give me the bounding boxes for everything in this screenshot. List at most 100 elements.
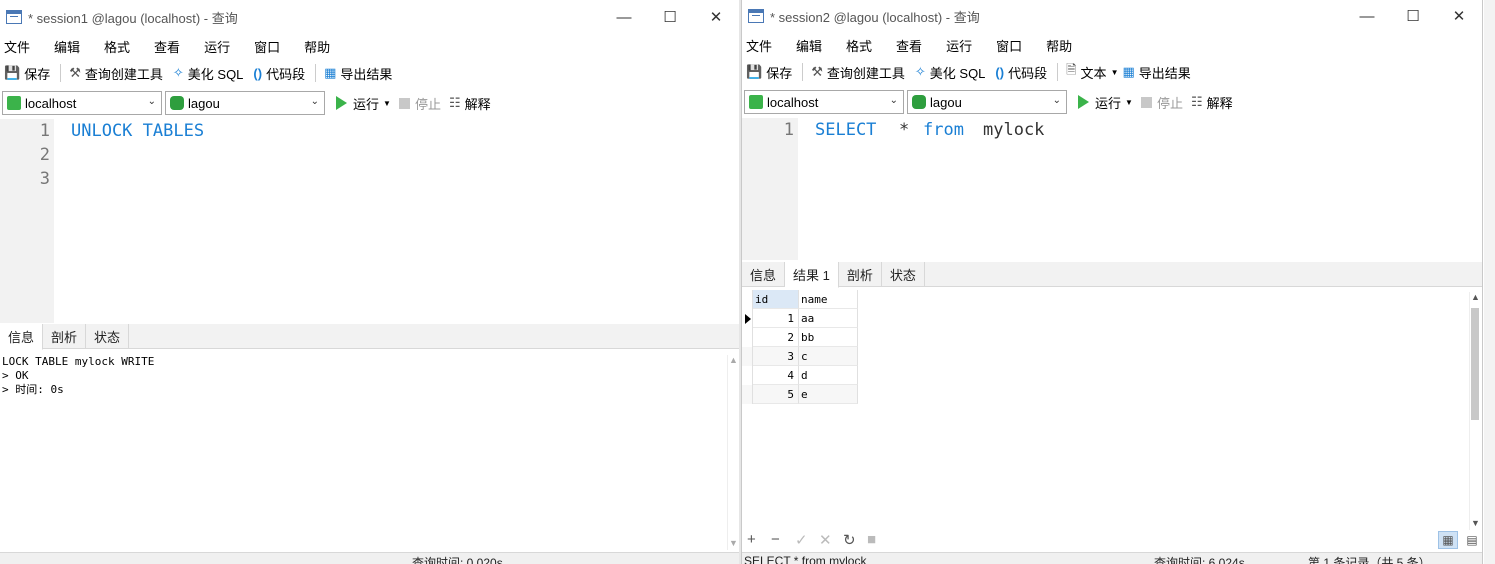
database-select[interactable]: lagou ⌄ <box>907 90 1067 114</box>
run-button[interactable]: 运行 ▼ <box>1078 93 1133 112</box>
menu-edit[interactable]: 编辑 <box>54 37 80 56</box>
close-button[interactable]: ✕ <box>693 0 739 34</box>
toolbar: 💾 保存 ⚒ 查询创建工具 ✧ 美化 SQL () 代码段 ▦ 导出结果 <box>0 60 739 86</box>
tab-profile[interactable]: 剖析 <box>43 324 87 348</box>
menu-view[interactable]: 查看 <box>896 36 922 55</box>
menu-format[interactable]: 格式 <box>846 36 872 55</box>
tab-status[interactable]: 状态 <box>86 324 130 348</box>
cell-id[interactable]: 5 <box>753 385 799 404</box>
connection-icon <box>7 96 21 110</box>
snippet-button[interactable]: () 代码段 <box>995 63 1047 82</box>
tab-profile[interactable]: 剖析 <box>839 262 882 286</box>
table-row[interactable]: 1 aa <box>742 309 858 328</box>
run-button[interactable]: 运行 ▼ <box>336 94 391 113</box>
cell-id[interactable]: 2 <box>753 328 799 347</box>
menu-run[interactable]: 运行 <box>204 37 230 56</box>
menu-window[interactable]: 窗口 <box>254 37 280 56</box>
cell-name[interactable]: d <box>799 366 858 385</box>
table-row[interactable]: 3 c <box>742 347 858 366</box>
database-select[interactable]: lagou ⌄ <box>165 91 325 115</box>
menu-view[interactable]: 查看 <box>154 37 180 56</box>
save-button[interactable]: 💾 保存 <box>746 63 792 82</box>
sql-editor[interactable]: 1 2 3 UNLOCK TABLES <box>0 119 739 323</box>
query-builder-button[interactable]: ⚒ 查询创建工具 <box>69 64 163 83</box>
window-title: * session1 @lagou (localhost) - 查询 <box>28 10 238 26</box>
column-header-name[interactable]: name <box>799 290 858 309</box>
table-row[interactable]: 5 e <box>742 385 858 404</box>
explain-icon: ☷ <box>448 95 461 110</box>
table-row[interactable]: 2 bb <box>742 328 858 347</box>
scroll-down-icon[interactable]: ▼ <box>729 538 738 548</box>
sql-editor[interactable]: 1 SELECT * from mylock <box>742 118 1482 260</box>
menu-help[interactable]: 帮助 <box>1046 36 1072 55</box>
tab-status[interactable]: 状态 <box>882 262 925 286</box>
menu-window[interactable]: 窗口 <box>996 36 1022 55</box>
stop-button[interactable]: 停止 <box>398 94 441 113</box>
text-mode-button[interactable]: 🗎 文本 ▼ <box>1066 61 1118 83</box>
cell-id[interactable]: 1 <box>753 309 799 328</box>
cell-name[interactable]: c <box>799 347 858 366</box>
tab-info[interactable]: 信息 <box>742 262 786 286</box>
row-selector[interactable] <box>742 347 753 366</box>
save-button[interactable]: 💾 保存 <box>4 64 50 83</box>
row-selector[interactable] <box>742 328 753 347</box>
delete-record-button[interactable]: − <box>771 531 780 548</box>
grid-scrollbar[interactable]: ▲ ▼ <box>1469 292 1480 530</box>
scroll-down-icon[interactable]: ▼ <box>1471 518 1480 528</box>
grid-view-button[interactable]: ▦ <box>1438 531 1458 549</box>
connection-select[interactable]: localhost ⌄ <box>744 90 904 114</box>
line-number: 3 <box>39 169 50 189</box>
apply-changes-button[interactable]: ✓ <box>795 531 808 549</box>
beautify-sql-button[interactable]: ✧ 美化 SQL <box>915 63 986 82</box>
export-results-button[interactable]: ▦ 导出结果 <box>324 64 392 83</box>
query-builder-button[interactable]: ⚒ 查询创建工具 <box>811 63 905 82</box>
add-record-button[interactable]: + <box>747 531 756 548</box>
cell-name[interactable]: bb <box>799 328 858 347</box>
query-window-icon <box>748 9 764 23</box>
scroll-up-icon[interactable]: ▲ <box>729 355 738 365</box>
status-sql: SELECT * from mylock <box>744 554 867 564</box>
menu-file[interactable]: 文件 <box>4 37 30 56</box>
maximize-button[interactable]: ☐ <box>1390 0 1436 33</box>
row-selector[interactable] <box>742 385 753 404</box>
menu-edit[interactable]: 编辑 <box>796 36 822 55</box>
line-number: 2 <box>39 145 50 165</box>
explain-button[interactable]: ☷ 解释 <box>1191 93 1233 112</box>
minimize-button[interactable]: — <box>601 0 647 34</box>
row-selector-header <box>742 290 753 309</box>
row-selector[interactable] <box>742 309 753 328</box>
cell-name[interactable]: aa <box>799 309 858 328</box>
result-tabs: 信息 剖析 状态 <box>0 324 739 350</box>
connection-bar: localhost ⌄ lagou ⌄ 运行 ▼ 停止 ☷ 解释 <box>742 88 1482 116</box>
document-icon: 🗎 <box>1066 62 1077 77</box>
scrollbar-thumb[interactable] <box>1471 308 1479 420</box>
snippet-button[interactable]: () 代码段 <box>253 64 305 83</box>
export-results-button[interactable]: ▦ 导出结果 <box>1122 63 1190 82</box>
column-header-id[interactable]: id <box>753 290 799 309</box>
refresh-button[interactable]: ↻ <box>843 531 856 549</box>
beautify-sql-button[interactable]: ✧ 美化 SQL <box>173 64 244 83</box>
menu-format[interactable]: 格式 <box>104 37 130 56</box>
form-view-button[interactable]: ▤ <box>1462 531 1482 549</box>
message-scrollbar[interactable]: ▲ ▼ <box>727 355 738 550</box>
minimize-button[interactable]: — <box>1344 0 1390 33</box>
parentheses-icon: () <box>253 65 263 81</box>
explain-button[interactable]: ☷ 解释 <box>449 94 491 113</box>
menu-file[interactable]: 文件 <box>746 36 772 55</box>
menu-help[interactable]: 帮助 <box>304 37 330 56</box>
tab-info[interactable]: 信息 <box>0 324 44 350</box>
discard-changes-button[interactable]: ✕ <box>819 531 832 549</box>
tab-result-1[interactable]: 结果 1 <box>785 262 839 288</box>
menu-run[interactable]: 运行 <box>946 36 972 55</box>
close-button[interactable]: ✕ <box>1436 0 1482 33</box>
maximize-button[interactable]: ☐ <box>647 0 693 34</box>
table-row[interactable]: 4 d <box>742 366 858 385</box>
cell-id[interactable]: 4 <box>753 366 799 385</box>
stop-refresh-button[interactable]: ■ <box>867 531 876 548</box>
scroll-up-icon[interactable]: ▲ <box>1471 292 1480 302</box>
connection-select[interactable]: localhost ⌄ <box>2 91 162 115</box>
cell-id[interactable]: 3 <box>753 347 799 366</box>
row-selector[interactable] <box>742 366 753 385</box>
stop-button[interactable]: 停止 <box>1140 93 1183 112</box>
cell-name[interactable]: e <box>799 385 858 404</box>
